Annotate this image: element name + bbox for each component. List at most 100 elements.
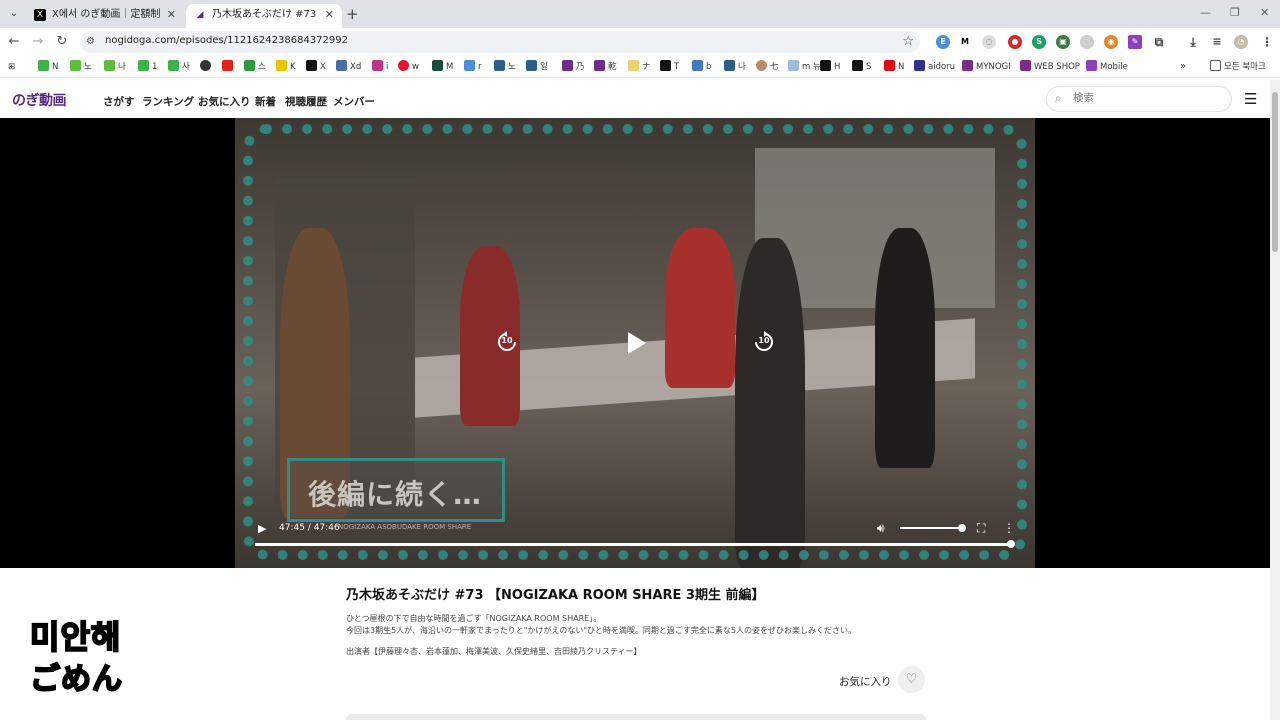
minimize-icon[interactable]: — (1200, 6, 1211, 19)
medium-extension-icon[interactable]: M (958, 35, 972, 49)
youtube-bookmark-icon[interactable] (222, 60, 236, 74)
bookmark-item[interactable]: 스 (244, 60, 266, 74)
extension-icon[interactable]: ◌ (982, 35, 996, 49)
extension-icon[interactable]: E (936, 35, 950, 49)
restore-icon[interactable]: ❐ (1230, 6, 1240, 19)
favorite-heart-button[interactable]: ♡ (898, 666, 925, 693)
progress-handle[interactable] (1006, 540, 1015, 548)
new-tab-button[interactable]: + (346, 5, 359, 23)
bookmarks-bar: ⊞ N 노 나 1 사 스 K X Xd i w M r 노 일 乃 乾 ナ T… (0, 56, 1280, 78)
hamburger-menu-icon[interactable]: ☰ (1244, 90, 1257, 108)
download-icon[interactable]: ⤓ (1186, 35, 1200, 49)
favorite-label[interactable]: お気に入り (839, 674, 892, 689)
browser-toolbar: ← → ↻ ⚙ nogidoga.com/episodes/1121624238… (0, 28, 1280, 56)
nav-link-search[interactable]: さがす (103, 94, 135, 109)
apology-sticker: 미안해 ごめん (28, 612, 148, 698)
extension-icon[interactable]: ● (1008, 35, 1022, 49)
address-bar[interactable]: ⚙ nogidoga.com/episodes/1121624238684372… (80, 31, 920, 53)
nav-link-new[interactable]: 新着 (255, 94, 276, 109)
x-bookmark-icon[interactable]: X (306, 60, 326, 74)
extension-icon[interactable]: ▣ (1056, 35, 1070, 49)
tiktok-bookmark-icon[interactable]: T (660, 60, 679, 74)
video-player[interactable]: 後編に続く… NOGIZAKA ASOBUDAKE ROOM SHARE 10 … (0, 118, 1270, 568)
back-icon[interactable]: ← (6, 34, 22, 50)
forward-seconds: 10 (758, 336, 770, 345)
bookmark-item[interactable]: 노 (494, 60, 516, 74)
bookmark-item[interactable]: 사 (168, 60, 190, 74)
nav-link-members[interactable]: メンバー (333, 94, 375, 109)
bookmark-item[interactable]: Xd (336, 60, 361, 74)
close-tab-icon[interactable]: ✕ (167, 4, 176, 26)
play-button[interactable] (624, 330, 648, 356)
extension-icon[interactable]: ✎ (1128, 35, 1142, 49)
bookmark-item[interactable]: M (432, 60, 453, 74)
rewind-seconds: 10 (501, 336, 513, 345)
bookmark-item[interactable]: K (276, 60, 296, 74)
bookmark-item[interactable]: r (464, 60, 482, 74)
bookmark-item[interactable]: 1 (138, 60, 157, 74)
forward-icon[interactable]: → (30, 34, 46, 50)
bookmark-item[interactable]: N (38, 60, 58, 74)
tab-search-icon[interactable]: ⌄ (6, 6, 22, 22)
netflix-bookmark-icon[interactable]: N (884, 60, 904, 74)
site-logo[interactable]: のぎ動画 (12, 90, 67, 110)
bookmark-item[interactable]: 나 (104, 60, 126, 74)
all-bookmarks-folder[interactable]: 모든 북마크 (1210, 60, 1266, 74)
bookmark-item[interactable]: MYNOGI (962, 60, 1011, 74)
media-control-icon[interactable]: ≡ (1210, 35, 1224, 49)
more-options-icon[interactable]: ⋮ (1003, 521, 1015, 535)
bookmark-item[interactable]: aidoru (914, 60, 955, 74)
bookmark-item[interactable]: 일 (526, 60, 548, 74)
apps-grid-icon[interactable]: ⊞ (8, 60, 15, 74)
volume-icon[interactable]: 🔊︎ (877, 521, 885, 536)
nogidoga-icon: ◢ (196, 10, 204, 20)
folder-icon (1210, 60, 1221, 71)
volume-handle[interactable] (958, 524, 966, 532)
play-icon (628, 332, 646, 354)
bookmark-item[interactable]: Mobile (1086, 60, 1128, 74)
search-input[interactable] (1073, 92, 1223, 104)
reload-icon[interactable]: ↻ (54, 34, 70, 50)
site-info-icon[interactable]: ⚙ (86, 36, 95, 47)
rewind-10-button[interactable]: 10 (495, 330, 519, 354)
bookmark-item[interactable]: 乾 (594, 60, 617, 74)
bookmark-item[interactable] (200, 60, 214, 74)
forward-10-button[interactable]: 10 (752, 330, 776, 354)
sticker-line-japanese: ごめん (29, 661, 123, 698)
close-window-icon[interactable]: ✕ (1260, 6, 1269, 19)
play-small-icon[interactable]: ▶ (258, 522, 266, 535)
page-scrollbar[interactable] (1270, 80, 1280, 720)
bookmark-item[interactable]: 노 (70, 60, 92, 74)
more-menu-icon[interactable]: ⋮ (1260, 35, 1274, 49)
close-tab-icon[interactable]: ✕ (325, 4, 334, 26)
bookmark-item[interactable]: ナ (628, 60, 651, 74)
progress-bar[interactable] (255, 543, 1011, 546)
bookmark-item[interactable]: 七 (756, 60, 779, 74)
bookmark-item[interactable]: 나 (724, 60, 746, 74)
bookmark-item[interactable]: m 뉴 (788, 60, 821, 74)
bookmark-item[interactable]: WEB SHOP (1020, 60, 1080, 74)
bookmark-item[interactable]: b (692, 60, 711, 74)
bookmark-item[interactable]: 乃 (562, 60, 585, 74)
weibo-bookmark-icon[interactable]: w (398, 60, 419, 74)
extension-icon[interactable]: ◉ (1104, 35, 1118, 49)
nav-link-ranking[interactable]: ランキング (142, 94, 194, 109)
volume-slider[interactable] (900, 527, 962, 529)
fullscreen-icon[interactable]: ⛶ (977, 521, 985, 536)
bookmarks-overflow-icon[interactable]: » (1180, 60, 1186, 74)
browser-tab-nogidoga[interactable]: ◢ 乃木坂あそぶだけ #73【NOGI ✕ (186, 4, 342, 28)
bookmark-item[interactable]: S (852, 60, 871, 74)
url-text[interactable]: nogidoga.com/episodes/112162423868437299… (105, 35, 348, 46)
nav-link-history[interactable]: 視聴履歴 (285, 94, 327, 109)
extension-icon[interactable]: ◌ (1080, 35, 1094, 49)
scrollbar-thumb[interactable] (1272, 92, 1278, 252)
profile-avatar[interactable]: ◔ (1234, 35, 1248, 49)
bookmark-star-icon[interactable]: ☆ (902, 34, 914, 49)
extensions-puzzle-icon[interactable]: ⧉ (1152, 35, 1166, 49)
nav-link-favorites[interactable]: お気に入り (198, 94, 251, 109)
instagram-bookmark-icon[interactable]: i (372, 60, 388, 74)
search-box[interactable]: ⌕ (1046, 86, 1232, 112)
extension-icon[interactable]: S (1032, 35, 1046, 49)
browser-tab-x[interactable]: X X에서 のぎ動画｜定額制動画サ ✕ (26, 4, 184, 28)
bookmark-item[interactable]: H (820, 60, 840, 74)
